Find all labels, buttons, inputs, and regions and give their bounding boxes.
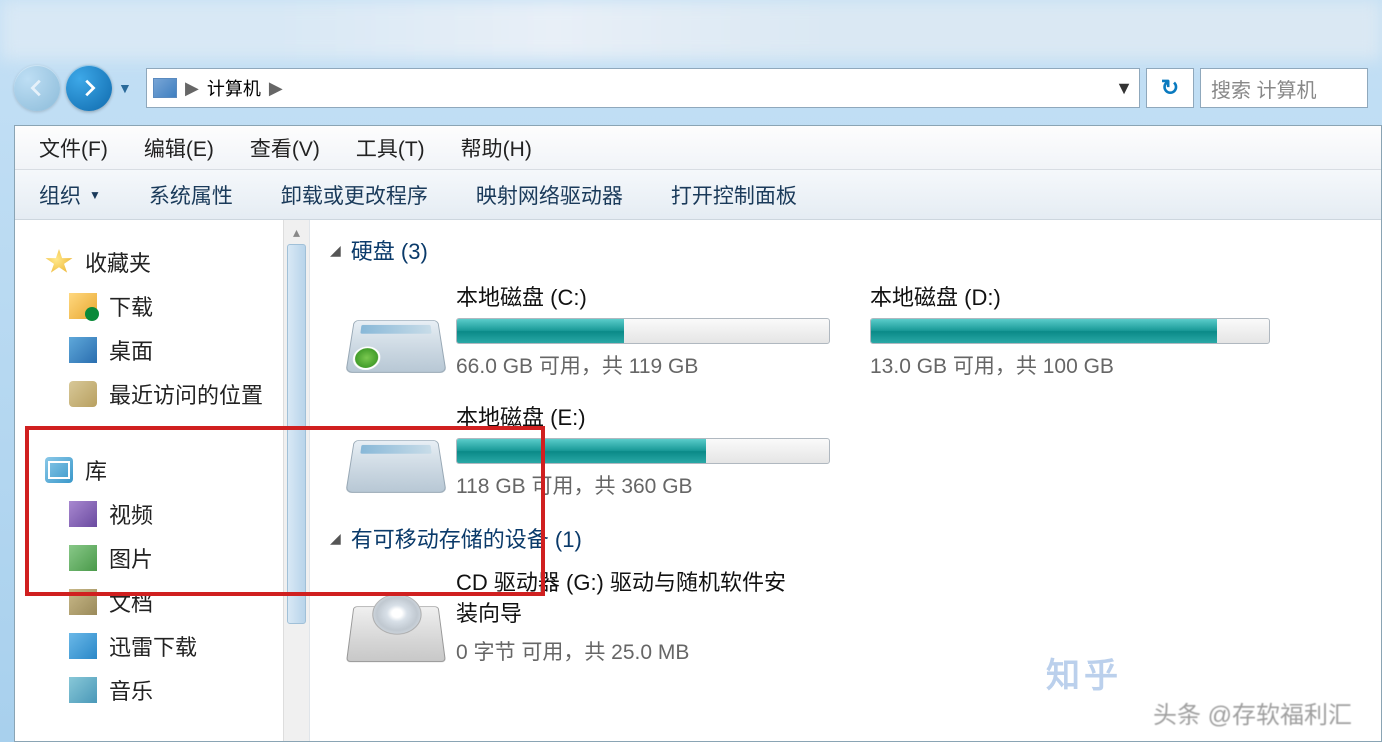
nav-forward-button[interactable]: [66, 65, 112, 111]
hdd-icon: [345, 440, 446, 493]
video-icon: [69, 501, 97, 527]
navigation-pane: 收藏夹 下载 桌面 最近访问的位置 库: [15, 220, 310, 741]
explorer-window: 文件(F) 编辑(E) 查看(V) 工具(T) 帮助(H) 组织 ▼ 系统属性 …: [14, 125, 1382, 742]
documents-icon: [69, 589, 97, 615]
libraries-icon: [45, 457, 73, 483]
uninstall-button[interactable]: 卸载或更改程序: [281, 180, 428, 210]
sidebar-item-music[interactable]: 音乐: [45, 668, 305, 712]
drive-label: 本地磁盘 (D:): [870, 280, 1270, 312]
collapse-icon: ◢: [330, 242, 341, 259]
drive-space: 13.0 GB 可用，共 100 GB: [870, 350, 1270, 380]
search-placeholder: 搜索 计算机: [1211, 74, 1317, 103]
menu-bar: 文件(F) 编辑(E) 查看(V) 工具(T) 帮助(H): [15, 126, 1381, 170]
refresh-button[interactable]: ↻: [1146, 68, 1194, 108]
desktop-icon: [69, 337, 97, 363]
collapse-icon: ◢: [330, 530, 341, 547]
menu-help[interactable]: 帮助(H): [461, 133, 532, 163]
menu-tools[interactable]: 工具(T): [356, 133, 425, 163]
cd-drive-icon: [346, 606, 446, 662]
control-panel-button[interactable]: 打开控制面板: [671, 180, 797, 210]
search-input[interactable]: 搜索 计算机: [1200, 68, 1368, 108]
address-bar[interactable]: ▶ 计算机 ▶ ▼: [146, 68, 1140, 108]
main-panel: ◢ 硬盘 (3) 本地磁盘 (C:) 66.0 GB 可用，共 119 GB 本…: [310, 220, 1381, 741]
sidebar-item-downloads[interactable]: 下载: [45, 284, 305, 328]
space-bar: [456, 438, 830, 464]
sidebar-item-videos[interactable]: 视频: [45, 492, 305, 536]
chevron-down-icon: ▼: [89, 188, 101, 202]
sidebar-item-libraries[interactable]: 库: [45, 448, 305, 492]
sidebar-item-pictures[interactable]: 图片: [45, 536, 305, 580]
menu-view[interactable]: 查看(V): [250, 133, 320, 163]
recent-icon: [69, 381, 97, 407]
organize-button[interactable]: 组织 ▼: [39, 180, 101, 210]
system-properties-button[interactable]: 系统属性: [149, 180, 233, 210]
drive-label: CD 驱动器 (G:) 驱动与随机软件安装向导: [456, 568, 790, 630]
menu-edit[interactable]: 编辑(E): [144, 133, 214, 163]
drive-d[interactable]: 本地磁盘 (D:) 13.0 GB 可用，共 100 GB: [870, 280, 1270, 380]
watermark-source: 头条 @存软福利汇: [1153, 695, 1352, 730]
sidebar-item-documents[interactable]: 文档: [45, 580, 305, 624]
sidebar-item-desktop[interactable]: 桌面: [45, 328, 305, 372]
nav-back-button[interactable]: [14, 65, 60, 111]
group-header-removable[interactable]: ◢ 有可移动存储的设备 (1): [330, 522, 1361, 554]
hdd-icon: [345, 320, 446, 373]
sidebar-item-thunder[interactable]: 迅雷下载: [45, 624, 305, 668]
pictures-icon: [69, 545, 97, 571]
drive-space: 66.0 GB 可用，共 119 GB: [456, 350, 830, 380]
drive-label: 本地磁盘 (C:): [456, 280, 830, 312]
breadcrumb-sep-icon: ▶: [185, 78, 199, 99]
group-header-hdd[interactable]: ◢ 硬盘 (3): [330, 234, 1361, 266]
drive-space: 118 GB 可用，共 360 GB: [456, 470, 830, 500]
sidebar-scrollbar[interactable]: [283, 220, 309, 741]
drive-label: 本地磁盘 (E:): [456, 400, 830, 432]
sidebar-item-recent[interactable]: 最近访问的位置: [45, 372, 305, 416]
space-bar: [456, 318, 830, 344]
breadcrumb-location[interactable]: 计算机: [207, 75, 261, 101]
map-drive-button[interactable]: 映射网络驱动器: [476, 180, 623, 210]
nav-history-dropdown[interactable]: ▼: [118, 80, 140, 96]
navigation-bar: ▼ ▶ 计算机 ▶ ▼ ↻ 搜索 计算机: [0, 58, 1382, 118]
sidebar-item-favorites[interactable]: 收藏夹: [45, 240, 305, 284]
space-bar: [870, 318, 1270, 344]
drive-g-cd[interactable]: CD 驱动器 (G:) 驱动与随机软件安装向导 0 字节 可用，共 25.0 M…: [350, 568, 790, 666]
menu-file[interactable]: 文件(F): [39, 133, 108, 163]
address-dropdown-icon[interactable]: ▼: [1115, 78, 1133, 99]
downloads-icon: [69, 293, 97, 319]
drive-c[interactable]: 本地磁盘 (C:) 66.0 GB 可用，共 119 GB: [350, 280, 830, 380]
drive-e[interactable]: 本地磁盘 (E:) 118 GB 可用，共 360 GB: [350, 400, 830, 500]
watermark-zhihu: 知乎: [1046, 648, 1122, 697]
command-bar: 组织 ▼ 系统属性 卸载或更改程序 映射网络驱动器 打开控制面板: [15, 170, 1381, 220]
drive-space: 0 字节 可用，共 25.0 MB: [456, 636, 790, 666]
computer-icon: [153, 78, 177, 98]
star-icon: [45, 249, 73, 275]
content-area: 收藏夹 下载 桌面 最近访问的位置 库: [15, 220, 1381, 741]
breadcrumb-sep-icon[interactable]: ▶: [269, 78, 283, 99]
music-icon: [69, 677, 97, 703]
thunder-icon: [69, 633, 97, 659]
